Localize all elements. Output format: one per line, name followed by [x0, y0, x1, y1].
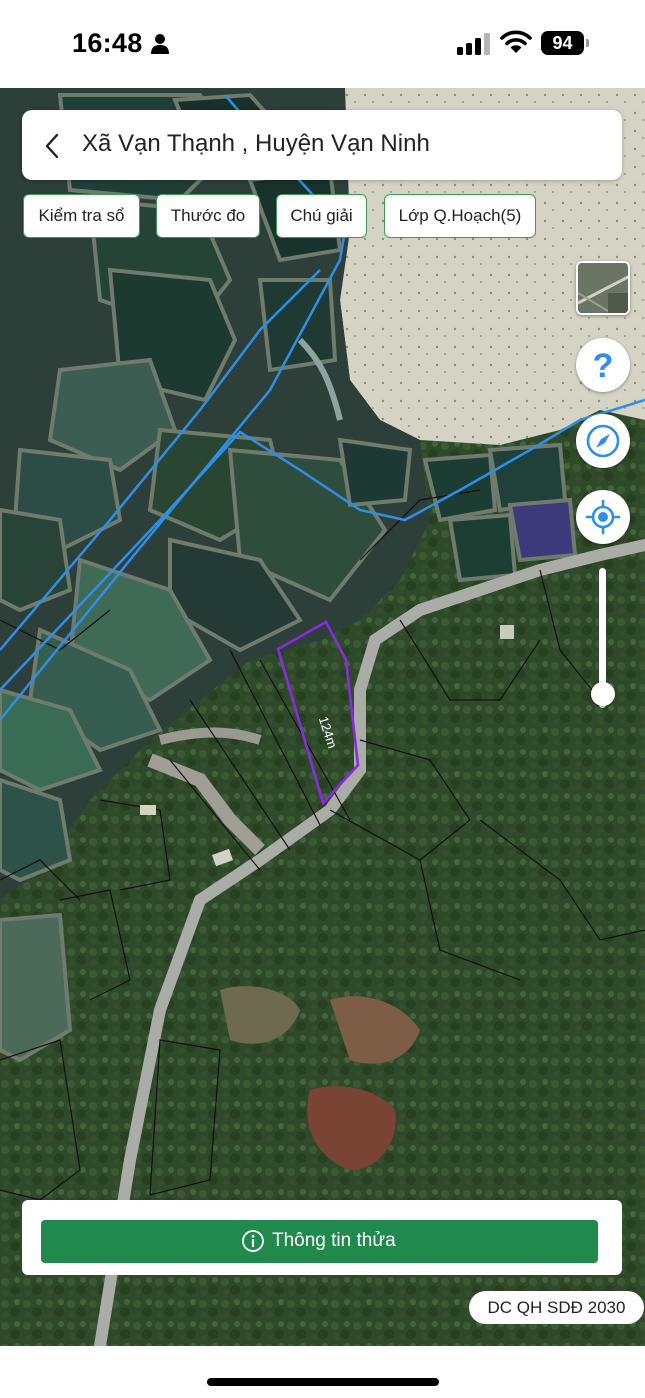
info-icon	[242, 1230, 264, 1252]
status-bar: 16:48 94	[0, 0, 645, 88]
ruler-button[interactable]: Thước đo	[156, 194, 260, 238]
home-indicator[interactable]	[207, 1378, 439, 1386]
svg-text:?: ?	[593, 347, 614, 385]
signal-icon	[457, 33, 490, 55]
parcel-info-label: Thông tin thửa	[272, 1230, 396, 1251]
parcel-info-button[interactable]: Thông tin thửa	[41, 1220, 598, 1263]
location-header: Xã Vạn Thạnh , Huyện Vạn Ninh	[22, 110, 622, 180]
bottom-panel: Thông tin thửa	[22, 1200, 622, 1275]
check-book-button[interactable]: Kiểm tra sổ	[23, 194, 140, 238]
satellite-map[interactable]: 124m	[0, 88, 645, 1346]
locate-button[interactable]	[576, 490, 630, 544]
zoom-slider-handle[interactable]	[591, 682, 615, 706]
plan-badge[interactable]: DC QH SDĐ 2030	[469, 1291, 644, 1324]
status-time: 16:48	[72, 28, 143, 58]
battery-icon: 94	[541, 31, 589, 55]
person-icon	[151, 34, 169, 54]
help-icon: ?	[593, 347, 614, 385]
compass-icon	[586, 424, 620, 458]
bottom-bar	[0, 1346, 645, 1398]
planning-layer-button[interactable]: Lớp Q.Hoạch(5)	[384, 194, 536, 238]
legend-button[interactable]: Chú giải	[276, 194, 367, 238]
battery-level: 94	[541, 31, 584, 55]
chevron-left-icon[interactable]	[42, 132, 62, 160]
compass-button[interactable]	[576, 414, 630, 468]
page-title: Xã Vạn Thạnh , Huyện Vạn Ninh	[82, 130, 430, 157]
locate-icon	[585, 499, 621, 535]
map-layer-thumbnail[interactable]	[576, 261, 630, 315]
wifi-icon	[500, 30, 532, 53]
help-button[interactable]: ?	[576, 338, 630, 392]
